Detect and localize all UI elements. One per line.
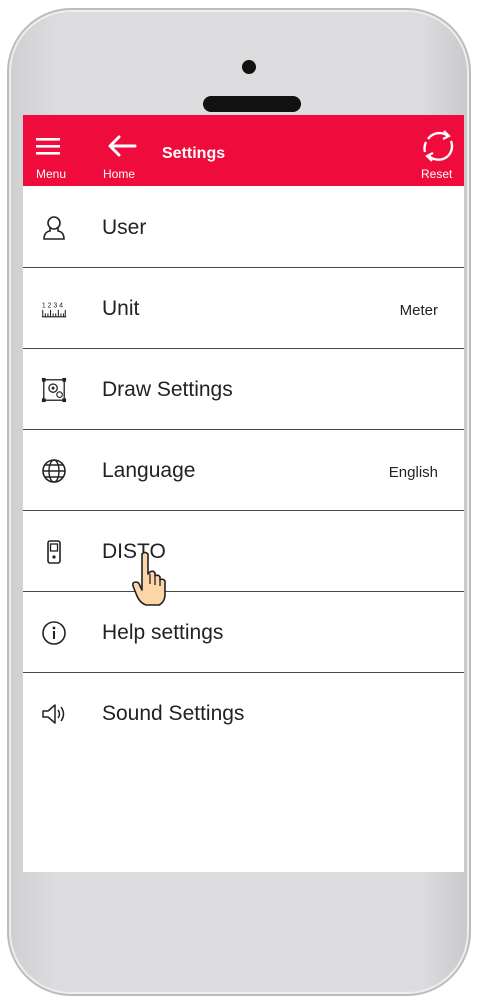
settings-item-help-settings[interactable]: Help settings <box>23 592 464 673</box>
draw-settings-icon <box>41 377 67 403</box>
settings-item-language[interactable]: Language English <box>23 430 464 511</box>
phone-bottom-bezel <box>23 872 464 972</box>
phone-camera <box>242 60 256 74</box>
settings-item-label: Help settings <box>102 621 224 644</box>
hand-pointer-icon <box>132 551 166 606</box>
page-title: Settings <box>162 145 226 162</box>
home-button[interactable]: Home <box>87 115 157 186</box>
ruler-icon-digits: 1 2 3 4 <box>42 302 63 309</box>
settings-item-label: Unit <box>102 297 140 320</box>
ruler-icon: 1 2 3 4 <box>42 302 67 318</box>
menu-label: Menu <box>36 167 67 181</box>
settings-item-label: Draw Settings <box>102 378 233 401</box>
speaker-icon <box>42 704 65 724</box>
settings-item-user[interactable]: User <box>23 187 464 268</box>
settings-item-label: Sound Settings <box>102 702 245 725</box>
reset-label: Reset <box>421 167 453 181</box>
info-icon <box>42 621 66 645</box>
settings-item-label: User <box>102 216 147 239</box>
disto-device-icon <box>47 540 61 564</box>
settings-item-label: Language <box>102 459 196 482</box>
phone-speaker <box>203 96 301 112</box>
hamburger-menu-icon <box>36 138 60 155</box>
home-label: Home <box>103 167 136 181</box>
settings-item-sound-settings[interactable]: Sound Settings <box>23 673 464 754</box>
settings-list: User 1 2 3 4 Unit Meter Draw Settings La… <box>23 187 464 754</box>
menu-button[interactable]: Menu <box>23 115 85 186</box>
settings-item-disto[interactable]: DISTO <box>23 511 464 592</box>
settings-item-draw-settings[interactable]: Draw Settings <box>23 349 464 430</box>
refresh-icon <box>423 130 454 162</box>
user-icon <box>43 216 65 240</box>
back-arrow-icon <box>108 135 137 157</box>
settings-item-value: Meter <box>399 302 438 319</box>
app-header: Menu Home Settings Reset <box>23 115 464 186</box>
app-screen: Menu Home Settings Reset User 1 2 3 4 Un… <box>23 115 464 872</box>
settings-item-unit[interactable]: 1 2 3 4 Unit Meter <box>23 268 464 349</box>
settings-item-value: English <box>388 464 438 481</box>
reset-button[interactable]: Reset <box>398 115 464 186</box>
globe-icon <box>42 459 66 483</box>
